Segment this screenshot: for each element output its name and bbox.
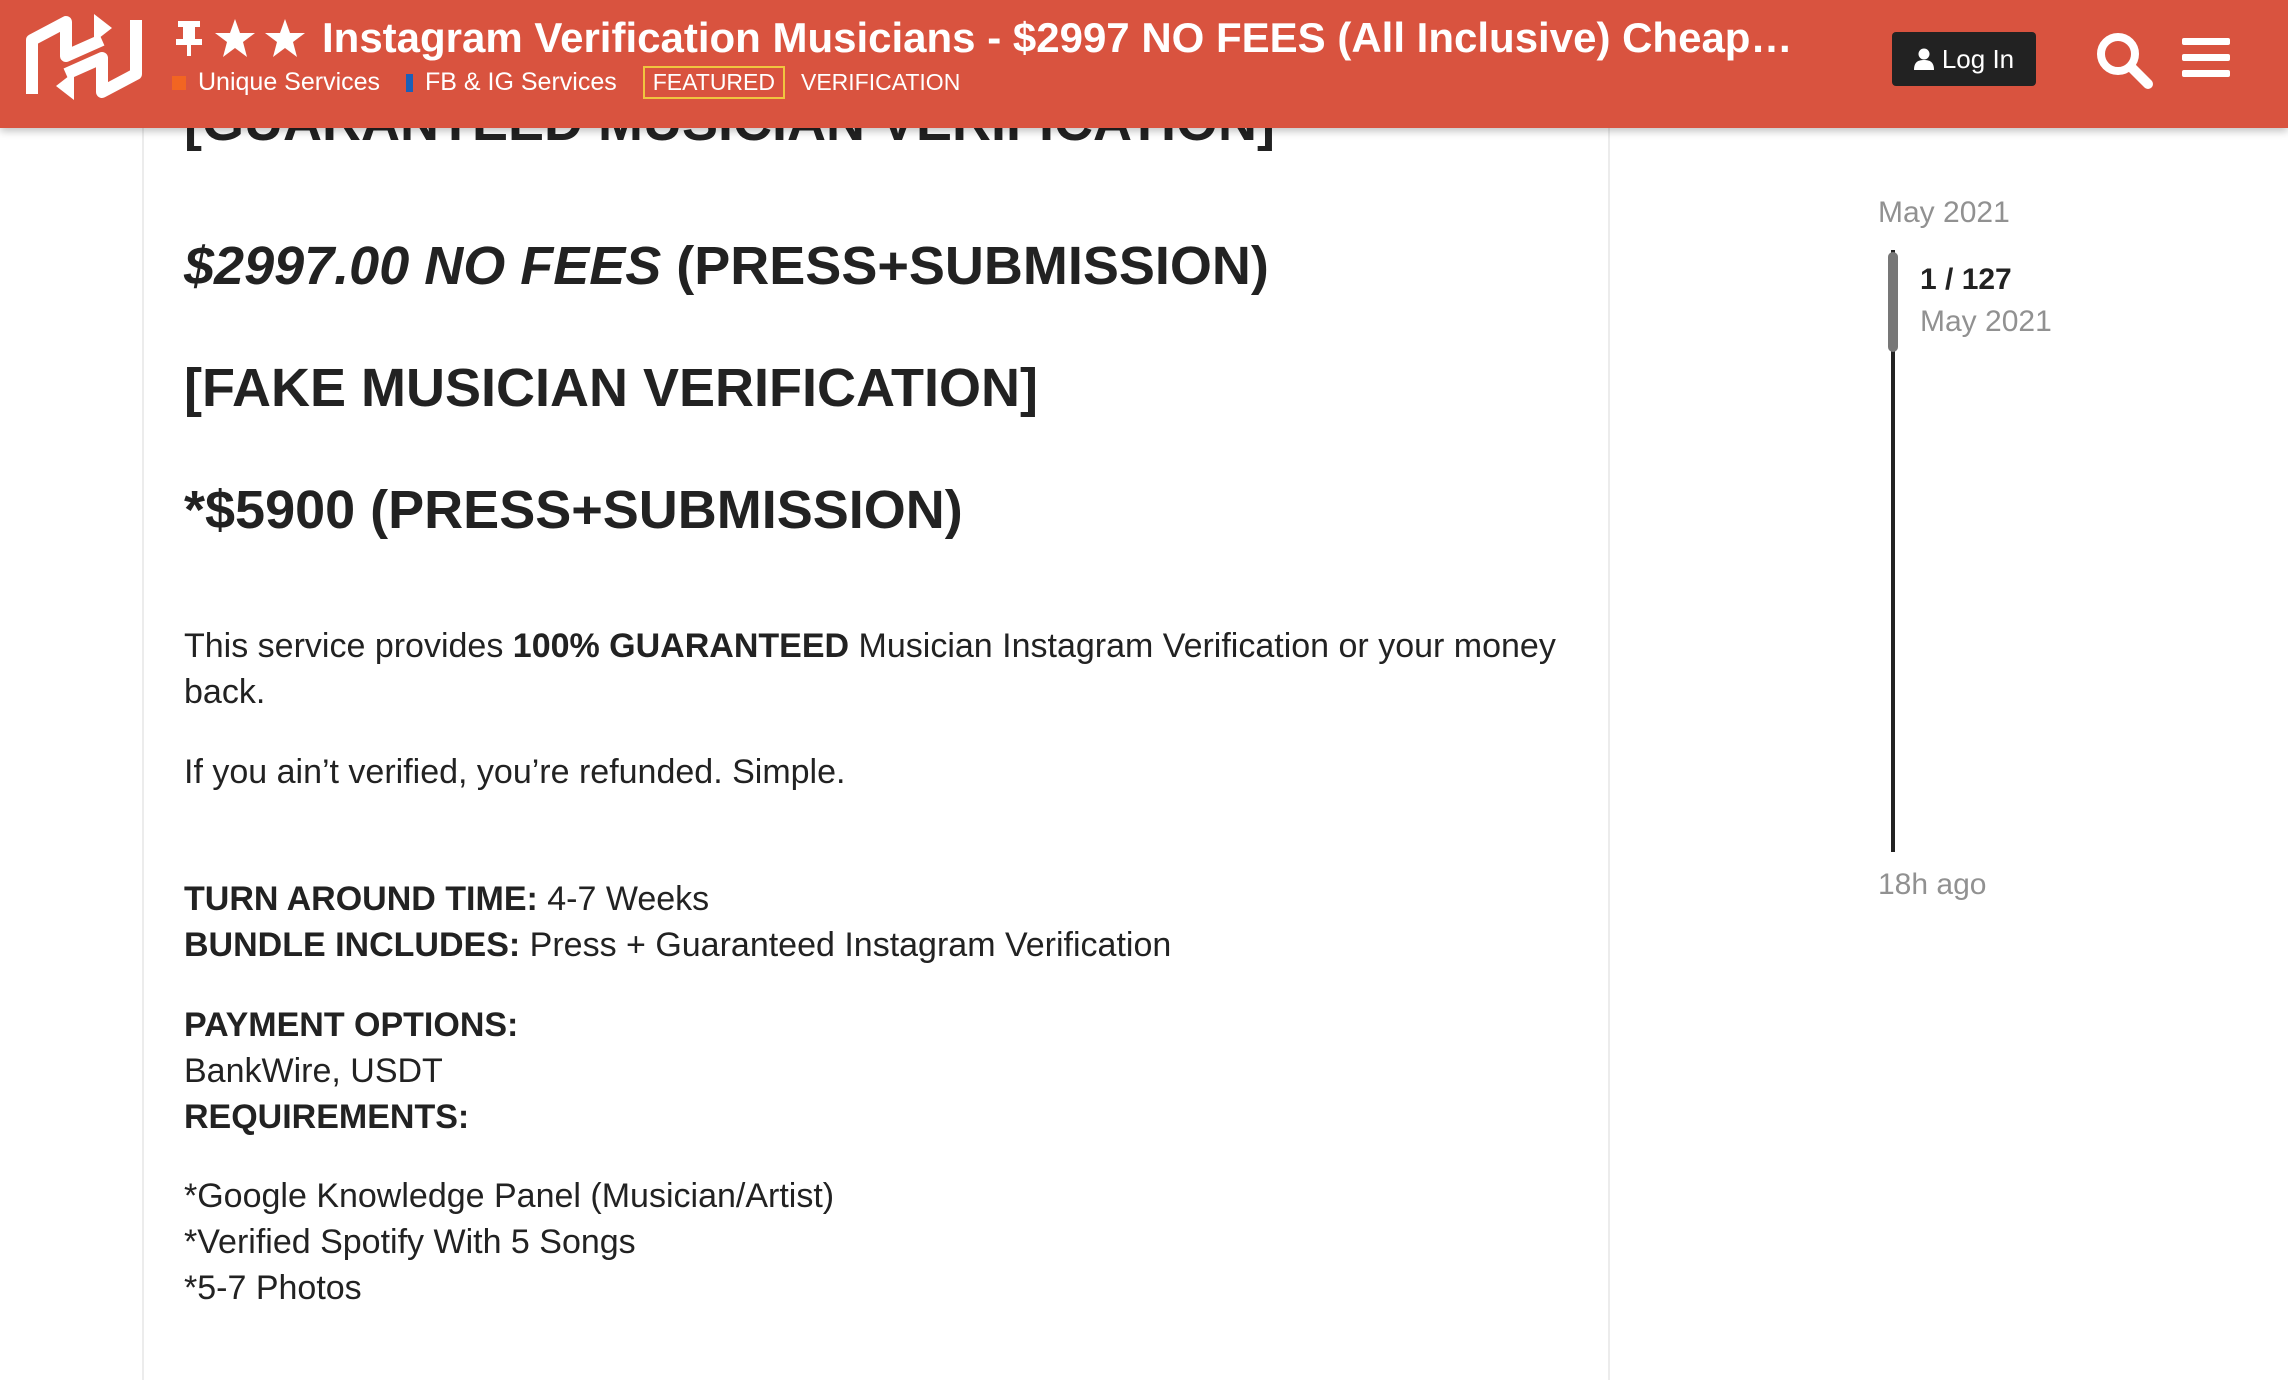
intro-bold: 100% GUARANTEED <box>512 627 850 665</box>
timeline-start-date[interactable]: May 2021 <box>1878 196 2010 230</box>
site-logo[interactable] <box>26 10 142 104</box>
payment-label: PAYMENT OPTIONS: <box>184 1006 519 1044</box>
bundle-label: BUNDLE INCLUDES: <box>184 926 521 964</box>
timeline-scroll-handle[interactable] <box>1888 252 1898 352</box>
site-header: Instagram Verification Musicians - $2997… <box>0 0 2288 128</box>
category-color-swatch <box>406 73 414 92</box>
category-color-swatch <box>172 75 186 90</box>
hamburger-menu-icon[interactable] <box>2180 34 2232 82</box>
user-icon <box>1913 48 1934 70</box>
price-emphasis: $2997.00 NO FEES <box>184 236 662 296</box>
details-paragraph: TURN AROUND TIME: 4-7 Weeks BUNDLE INCLUD… <box>184 876 1584 968</box>
intro-text: This service provides <box>184 627 513 665</box>
heading-price-fake: *$5900 (PRESS+SUBMISSION) <box>184 480 963 540</box>
bundle-value: Press + Guaranteed Instagram Verificatio… <box>520 926 1172 964</box>
tag-verification[interactable]: VERIFICATION <box>801 69 960 96</box>
turnaround-label: TURN AROUND TIME: <box>184 880 538 918</box>
category-label: Unique Services <box>198 68 381 96</box>
heading-price-guaranteed: $2997.00 NO FEES (PRESS+SUBMISSION) <box>184 234 1269 298</box>
turnaround-value: 4-7 Weeks <box>537 880 710 918</box>
tag-featured[interactable]: FEATURED <box>642 66 785 99</box>
heading-fake-verification: [FAKE MUSICIAN VERIFICATION] <box>184 358 1038 418</box>
category-badge-fb-ig-services[interactable]: FB & IG Services <box>406 68 617 97</box>
login-button[interactable]: Log In <box>1892 32 2036 86</box>
login-label: Log In <box>1941 43 2015 74</box>
requirements-label: REQUIREMENTS: <box>184 1098 470 1136</box>
category-badge-unique-services[interactable]: Unique Services <box>172 68 380 97</box>
search-icon[interactable] <box>2094 30 2154 90</box>
price-suffix: (PRESS+SUBMISSION) <box>661 236 1269 296</box>
payment-value: BankWire, USDT <box>184 1052 443 1090</box>
topic-title-row: Instagram Verification Musicians - $2997… <box>174 12 1814 64</box>
refund-paragraph: If you ain’t verified, you’re refunded. … <box>184 753 846 791</box>
star-icon <box>265 19 305 57</box>
category-row: Unique Services FB & IG Services FEATURE… <box>172 66 960 99</box>
payment-paragraph: PAYMENT OPTIONS: BankWire, USDT REQUIREMEN… <box>184 1002 1584 1140</box>
requirements-list: *Google Knowledge Panel (Musician/Artist… <box>184 1173 1584 1311</box>
category-label: FB & IG Services <box>425 68 617 96</box>
intro-paragraph: This service provides 100% GUARANTEED Mu… <box>184 623 1584 715</box>
star-icon <box>215 19 255 57</box>
pin-icon <box>176 21 202 56</box>
requirement-item: *Google Knowledge Panel (Musician/Artist… <box>184 1177 835 1215</box>
timeline-end-date[interactable]: 18h ago <box>1878 868 1986 902</box>
topic-title[interactable]: Instagram Verification Musicians - $2997… <box>322 12 1814 64</box>
timeline-position: 1 / 127 <box>1920 263 2012 296</box>
requirement-item: *Verified Spotify With 5 Songs <box>184 1223 636 1261</box>
timeline-current-date: May 2021 <box>1920 305 2052 338</box>
requirement-item: *5-7 Photos <box>184 1269 362 1307</box>
